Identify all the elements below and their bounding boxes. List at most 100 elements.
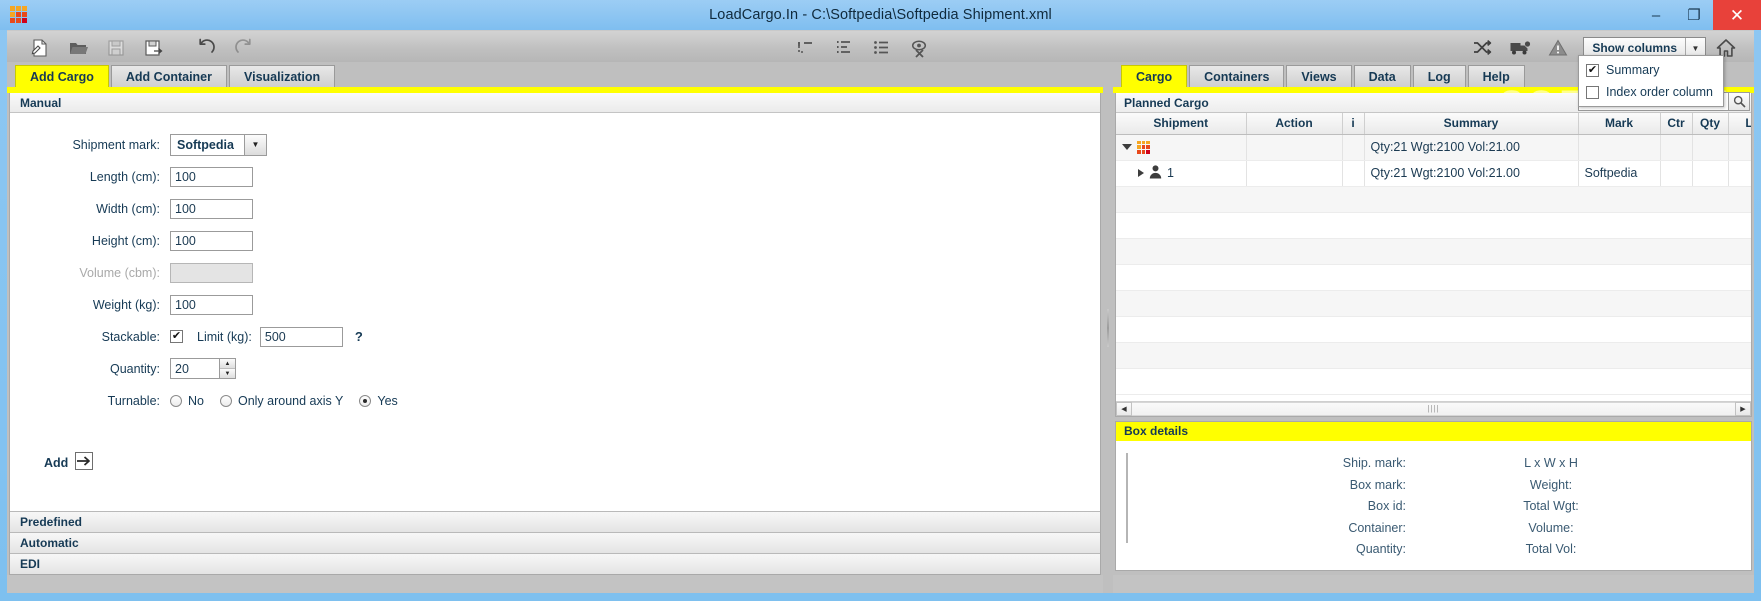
weight-input[interactable]: 100	[170, 294, 253, 315]
save-as-icon[interactable]	[135, 32, 173, 65]
manual-section-header: Manual	[10, 93, 1100, 113]
turnable-option-axis-y[interactable]: Only around axis Y	[219, 394, 343, 408]
new-file-icon[interactable]	[21, 32, 59, 65]
tab-log[interactable]: Log	[1412, 65, 1466, 87]
right-panel: SOFTPEDIA Cargo Containers Views Data Lo…	[1113, 62, 1754, 593]
save-icon[interactable]	[97, 32, 135, 65]
close-button[interactable]: ✕	[1713, 0, 1761, 30]
panel-splitter[interactable]	[1103, 62, 1113, 593]
maximize-button[interactable]: ❐	[1675, 0, 1713, 30]
shipment-mark-value[interactable]: Softpedia	[170, 133, 245, 156]
turnable-option-yes[interactable]: Yes	[359, 394, 398, 408]
col-action[interactable]: Action	[1246, 113, 1343, 135]
cell-action[interactable]	[1246, 134, 1343, 161]
table-row[interactable]: Qty:21 Wgt:2100 Vol:21.00	[1116, 134, 1751, 161]
quantity-stepper[interactable]: 20 ▲ ▼	[170, 358, 236, 379]
tab-containers[interactable]: Containers	[1189, 65, 1285, 87]
height-input[interactable]: 100	[170, 230, 253, 251]
tab-add-container[interactable]: Add Container	[110, 65, 227, 87]
scroll-left-arrow-icon[interactable]: ◀	[1116, 401, 1132, 416]
search-icon[interactable]	[1728, 92, 1750, 111]
cell-qty[interactable]	[1692, 160, 1729, 187]
open-folder-icon[interactable]	[59, 32, 97, 65]
expander-down-icon[interactable]	[1122, 144, 1132, 150]
shipment-mark-combo[interactable]: Softpedia ▼	[170, 133, 267, 156]
col-mark[interactable]: Mark	[1578, 113, 1661, 135]
col-l[interactable]: L	[1728, 113, 1751, 135]
accordion-automatic[interactable]: Automatic	[10, 532, 1100, 553]
help-question-icon[interactable]: ?	[355, 329, 363, 344]
bd-turnable: Turnable:	[1696, 517, 1761, 539]
turnable-option-no[interactable]: No	[170, 394, 204, 408]
scrollbar-thumb[interactable]: ||||	[1132, 401, 1735, 416]
menu-item-index-order[interactable]: Index order column	[1579, 81, 1723, 103]
tab-views[interactable]: Views	[1286, 65, 1352, 87]
quantity-input[interactable]: 20	[170, 358, 220, 379]
tab-visualization[interactable]: Visualization	[229, 65, 336, 87]
cell-i[interactable]	[1342, 134, 1365, 161]
warning-icon[interactable]	[1539, 32, 1577, 65]
col-qty[interactable]: Qty	[1692, 113, 1729, 135]
quantity-up-icon[interactable]: ▲	[220, 359, 235, 369]
splitter-grip[interactable]	[1107, 308, 1109, 347]
shipment-mark-chevron-down-icon[interactable]: ▼	[245, 133, 267, 156]
quantity-label: Quantity:	[109, 361, 160, 376]
truck-icon[interactable]	[1501, 32, 1539, 65]
stackable-checkbox[interactable]: ✔	[170, 330, 183, 343]
list-icon[interactable]	[863, 32, 901, 65]
cell-shipment[interactable]	[1116, 134, 1247, 161]
col-shipment[interactable]: Shipment	[1116, 113, 1247, 135]
show-columns-menu[interactable]: ✔ Summary Index order column	[1578, 55, 1724, 107]
field-height: Height (cm): 100	[10, 229, 1100, 252]
cell-i[interactable]	[1342, 160, 1365, 187]
col-summary[interactable]: Summary	[1364, 113, 1579, 135]
scroll-right-arrow-icon[interactable]: ▶	[1735, 401, 1751, 416]
cell-shipment[interactable]: 1	[1116, 160, 1247, 187]
add-cargo-button[interactable]: Add	[10, 452, 1100, 473]
expander-right-icon[interactable]	[1138, 169, 1144, 177]
tab-add-cargo[interactable]: Add Cargo	[15, 65, 109, 87]
quantity-down-icon[interactable]: ▼	[220, 369, 235, 378]
table-row-empty	[1116, 368, 1751, 395]
redo-icon[interactable]	[225, 32, 263, 65]
length-label: Length (cm):	[89, 169, 160, 184]
summary-checkbox[interactable]: ✔	[1586, 63, 1599, 77]
table-row-empty	[1116, 212, 1751, 239]
table-row[interactable]: 1 Qty:21 Wgt:2100 Vol:21.00 Softpedia	[1116, 160, 1751, 187]
tab-data[interactable]: Data	[1353, 65, 1411, 87]
menu-item-summary[interactable]: ✔ Summary	[1579, 59, 1723, 81]
limit-input[interactable]: 500	[259, 326, 343, 347]
cell-ctr[interactable]	[1660, 134, 1693, 161]
tree-partial-icon[interactable]	[825, 32, 863, 65]
cell-ctr[interactable]	[1660, 160, 1693, 187]
quantity-arrows[interactable]: ▲ ▼	[220, 358, 236, 379]
tree-collapse-icon[interactable]	[787, 32, 825, 65]
index-order-checkbox[interactable]	[1586, 85, 1599, 99]
turnable-radio-yes[interactable]	[359, 394, 372, 407]
col-ctr[interactable]: Ctr	[1660, 113, 1693, 135]
field-shipment-mark: Shipment mark: Softpedia ▼	[10, 133, 1100, 156]
length-input[interactable]: 100	[170, 166, 253, 187]
cell-mark[interactable]: Softpedia	[1578, 160, 1661, 187]
tab-help[interactable]: Help	[1467, 65, 1525, 87]
cell-l[interactable]	[1728, 160, 1751, 187]
turnable-radio-no[interactable]	[170, 394, 182, 407]
turnable-radio-axis-y[interactable]	[219, 394, 232, 407]
undo-icon[interactable]	[187, 32, 225, 65]
col-i[interactable]: i	[1342, 113, 1365, 135]
horizontal-scrollbar[interactable]: ◀ |||| ▶	[1116, 400, 1751, 416]
cell-qty[interactable]	[1692, 134, 1729, 161]
bd-ship-mark: Ship. mark:	[1342, 456, 1406, 471]
eye-off-icon[interactable]	[901, 32, 939, 65]
accordion-edi[interactable]: EDI	[10, 553, 1100, 574]
bd-quantity: Quantity:	[1355, 542, 1406, 557]
cell-l[interactable]	[1728, 134, 1751, 161]
cell-action[interactable]	[1246, 160, 1343, 187]
bd-container: Container:	[1348, 520, 1406, 535]
width-input[interactable]: 100	[170, 198, 253, 219]
shuffle-icon[interactable]	[1463, 32, 1501, 65]
accordion-predefined[interactable]: Predefined	[10, 511, 1100, 532]
minimize-button[interactable]: –	[1637, 0, 1675, 30]
cell-mark[interactable]	[1578, 134, 1661, 161]
tab-cargo[interactable]: Cargo	[1121, 65, 1188, 87]
